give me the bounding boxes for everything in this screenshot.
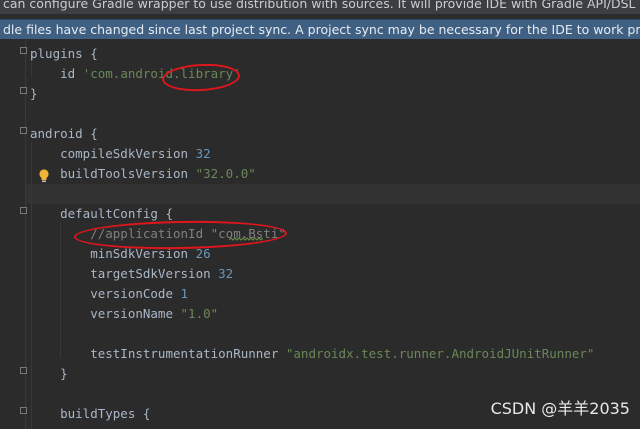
code-line[interactable]: buildTypes { — [30, 404, 150, 424]
code-line[interactable]: versionCode 1 — [30, 284, 188, 304]
target-sdk-value: 32 — [218, 266, 234, 281]
default-config-close: } — [30, 366, 68, 381]
gradle-wrapper-tip-banner[interactable]: can configure Gradle wrapper to use dist… — [0, 0, 640, 14]
fold-marker-icon[interactable] — [20, 127, 27, 134]
android-block-open: android { — [30, 126, 98, 141]
ide-window: can configure Gradle wrapper to use dist… — [0, 0, 640, 429]
build-tools-value: "32.0.0" — [195, 166, 256, 181]
code-line[interactable]: } — [30, 84, 38, 104]
fold-marker-icon[interactable] — [20, 87, 27, 94]
version-code-keyword: versionCode — [30, 286, 181, 301]
fold-marker-icon[interactable] — [20, 367, 27, 374]
version-code-value: 1 — [180, 286, 189, 301]
code-line[interactable]: targetSdkVersion 32 — [30, 264, 233, 284]
build-tools-keyword: buildToolsVersion — [30, 166, 196, 181]
plugins-block-close: } — [30, 86, 38, 101]
target-sdk-keyword: targetSdkVersion — [30, 266, 219, 281]
code-line[interactable]: plugins { — [30, 44, 98, 64]
code-line[interactable]: compileSdkVersion 32 — [30, 144, 211, 164]
current-line-highlight — [26, 184, 640, 204]
project-sync-text: dle files have changed since last projec… — [3, 22, 640, 37]
fold-marker-icon[interactable] — [20, 207, 27, 214]
plugins-block-open: plugins { — [30, 46, 98, 61]
code-line[interactable]: android { — [30, 124, 98, 144]
gradle-wrapper-tip-text: can configure Gradle wrapper to use dist… — [3, 0, 640, 11]
code-line[interactable]: testInstrumentationRunner "androidx.test… — [30, 344, 594, 364]
default-config-open: defaultConfig { — [30, 206, 173, 221]
test-runner-keyword: testInstrumentationRunner — [30, 346, 286, 361]
plugin-id-keyword: id — [30, 66, 83, 81]
version-name-keyword: versionName — [30, 306, 181, 321]
build-types-open: buildTypes { — [30, 406, 151, 421]
csdn-watermark: CSDN @羊羊2035 — [490, 399, 630, 418]
project-sync-banner[interactable]: dle files have changed since last projec… — [0, 19, 640, 39]
code-editor[interactable]: plugins { id 'com.android.library' } and… — [0, 40, 640, 429]
fold-marker-icon[interactable] — [20, 407, 27, 414]
fold-marker-icon[interactable] — [20, 47, 27, 54]
compile-sdk-value: 32 — [195, 146, 211, 161]
code-line[interactable]: } — [30, 364, 68, 384]
test-runner-value: "androidx.test.runner.AndroidJUnitRunner… — [285, 346, 595, 361]
code-line[interactable]: buildToolsVersion "32.0.0" — [30, 164, 256, 184]
version-name-value: "1.0" — [180, 306, 219, 321]
compile-sdk-keyword: compileSdkVersion — [30, 146, 196, 161]
code-line[interactable]: versionName "1.0" — [30, 304, 218, 324]
